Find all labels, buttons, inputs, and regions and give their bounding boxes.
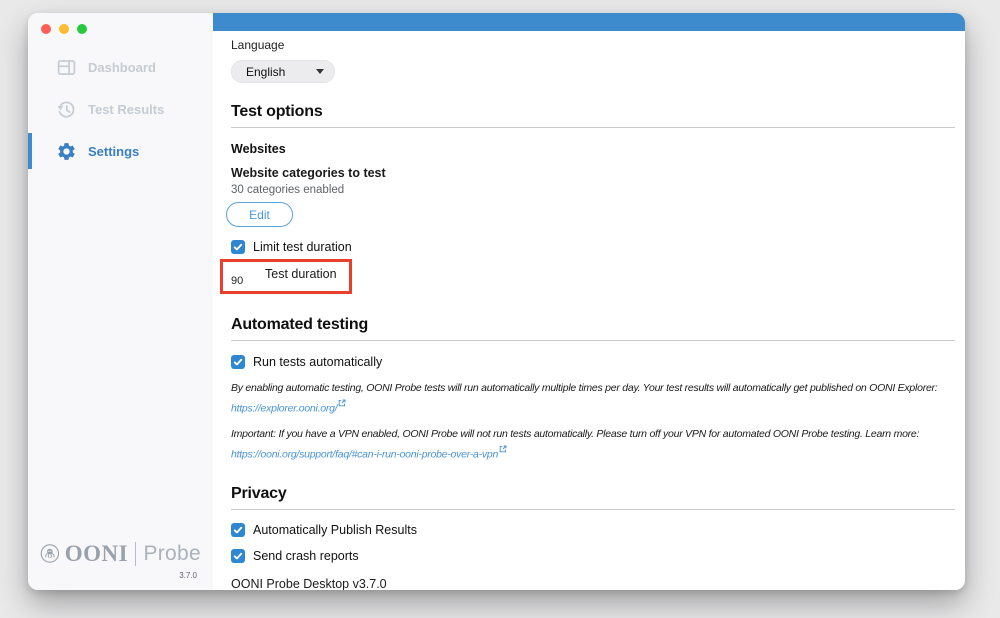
categories-status: 30 categories enabled	[231, 184, 345, 196]
octopus-icon	[40, 544, 60, 563]
language-select[interactable]: English	[231, 60, 335, 83]
main-panel: Language English Test options Websites W…	[213, 13, 965, 590]
sidebar-item-label: Settings	[88, 143, 140, 159]
gear-icon	[58, 142, 75, 160]
test-duration-value: 90	[231, 275, 244, 287]
top-accent-bar	[213, 13, 965, 31]
app-version-text: OONI Probe Desktop v3.7.0	[231, 576, 387, 590]
checkbox-checked-icon[interactable]	[231, 522, 245, 537]
settings-content: Language English Test options Websites W…	[213, 31, 965, 590]
annotation-highlight: 90 Test duration	[220, 259, 352, 294]
checkbox-checked-icon[interactable]	[231, 355, 245, 369]
language-label: Language	[231, 38, 285, 52]
checkbox-checked-icon[interactable]	[231, 548, 245, 563]
sidebar-item-label: Test Results	[88, 101, 165, 117]
sidebar-version: 3.7.0	[179, 571, 197, 580]
publish-results-checkbox-row[interactable]: Automatically Publish Results	[231, 522, 955, 537]
explorer-link[interactable]: https://explorer.ooni.org/	[231, 403, 338, 415]
logo-divider	[135, 541, 137, 566]
sidebar-item-settings[interactable]: Settings	[28, 130, 213, 172]
minimize-button[interactable]	[59, 24, 69, 34]
external-link-icon	[499, 443, 507, 458]
sidebar-item-label: Dashboard	[88, 59, 156, 75]
privacy-heading: Privacy	[231, 484, 287, 502]
window-controls	[28, 13, 213, 34]
vpn-faq-link[interactable]: https://ooni.org/support/faq/#can-i-run-…	[231, 449, 498, 461]
checkbox-label: Automatically Publish Results	[253, 522, 417, 537]
vpn-warning: Important: If you have a VPN enabled, OO…	[231, 427, 955, 463]
logo-brand-text: OONI	[64, 540, 129, 566]
history-icon	[57, 100, 75, 118]
test-duration-label: Test duration	[265, 267, 337, 281]
limit-duration-checkbox-row[interactable]: Limit test duration	[231, 240, 955, 254]
external-link-icon	[338, 397, 346, 412]
website-categories-title: Website categories to test	[231, 166, 386, 180]
chevron-down-icon	[316, 69, 324, 74]
sidebar-item-dashboard[interactable]: Dashboard	[28, 46, 213, 88]
websites-group-label: Websites	[231, 142, 286, 156]
info-text: By enabling automatic testing, OONI Prob…	[231, 382, 938, 394]
section-divider	[231, 508, 955, 510]
app-window: Dashboard Test Results Settings OONI Pro…	[28, 13, 965, 590]
logo-product-text: Probe	[143, 541, 201, 565]
close-button[interactable]	[41, 24, 51, 34]
test-options-heading: Test options	[231, 103, 323, 120]
automated-testing-heading: Automated testing	[231, 316, 369, 333]
run-tests-checkbox-row[interactable]: Run tests automatically	[231, 355, 955, 369]
zoom-button[interactable]	[77, 24, 87, 34]
vpn-text: Important: If you have a VPN enabled, OO…	[231, 427, 920, 440]
sidebar-nav: Dashboard Test Results Settings	[28, 46, 213, 172]
sidebar-item-test-results[interactable]: Test Results	[28, 88, 213, 130]
edit-categories-button[interactable]: Edit	[226, 202, 293, 227]
checkbox-label: Send crash reports	[253, 548, 359, 563]
checkbox-label: Limit test duration	[253, 240, 352, 254]
section-divider	[231, 127, 955, 128]
dashboard-icon	[57, 59, 76, 75]
active-indicator	[28, 133, 32, 169]
checkbox-checked-icon[interactable]	[231, 240, 245, 254]
checkbox-label: Run tests automatically	[253, 355, 383, 369]
sidebar: Dashboard Test Results Settings OONI Pro…	[28, 13, 213, 590]
sidebar-footer: OONI Probe 3.7.0	[28, 539, 213, 590]
automated-testing-info: By enabling automatic testing, OONI Prob…	[231, 381, 955, 417]
section-divider	[231, 340, 955, 341]
crash-reports-checkbox-row[interactable]: Send crash reports	[231, 548, 955, 563]
language-selected-value: English	[246, 64, 286, 79]
test-duration-input[interactable]: 90 Test duration	[223, 262, 349, 291]
ooni-probe-logo: OONI Probe	[40, 539, 201, 568]
